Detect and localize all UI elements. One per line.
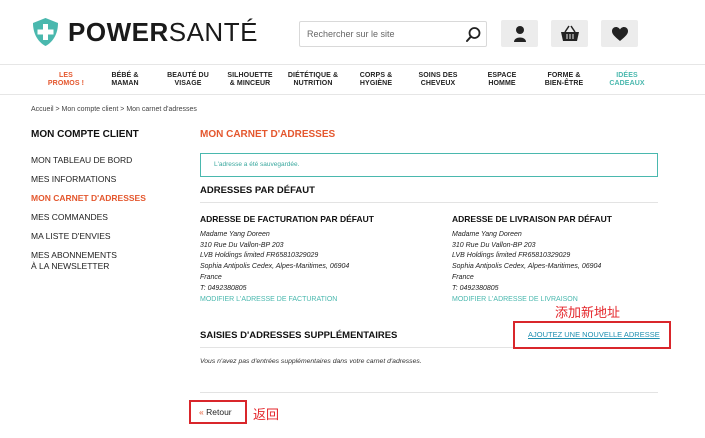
account-button[interactable] (501, 20, 538, 47)
heart-icon (611, 26, 628, 41)
nav-item-forme-bien-etre[interactable]: FORME & BIEN-ÊTRE (534, 72, 594, 87)
shipping-address-line: Madame Yang Doreen (452, 231, 522, 238)
sidebar-item-newsletter[interactable]: MES ABONNEMENTS À LA NEWSLETTER (31, 250, 117, 272)
search-icon[interactable] (465, 26, 482, 43)
back-arrow-icon: « (199, 407, 204, 417)
shield-cross-icon (33, 18, 58, 46)
nav-item-beaute-visage[interactable]: BEAUTÉ DU VISAGE (158, 72, 218, 87)
shipping-address-line: LVB Holdings limited FR65810329029 (452, 252, 571, 260)
basket-icon (560, 25, 579, 41)
shipping-address-line: T: 0492380805 (452, 284, 499, 292)
success-message: L'adresse a été sauvegardée. (200, 153, 658, 177)
breadcrumb[interactable]: Accueil > Mon compte client > Mon carnet… (31, 106, 197, 113)
site-header: POWERSANTÉ (0, 0, 705, 64)
sidebar-item-address-book[interactable]: MON CARNET D'ADRESSES (31, 193, 146, 204)
search-box (299, 21, 487, 47)
nav-item-bebe-maman[interactable]: BÉBÉ & MAMAN (95, 72, 155, 87)
billing-address-line: 310 Rue Du Vallon-BP 203 (200, 241, 284, 249)
add-new-address-link[interactable]: AJOUTEZ UNE NOUVELLE ADRESSE (528, 330, 660, 339)
sidebar-title: MON COMPTE CLIENT (31, 129, 139, 140)
sidebar-item-informations[interactable]: MES INFORMATIONS (31, 174, 116, 185)
billing-address-line: Sophia Antipolis Cedex, Alpes-Maritimes,… (200, 263, 350, 271)
divider (200, 202, 658, 203)
nav-item-espace-homme[interactable]: ESPACE HOMME (472, 72, 532, 87)
billing-address-line: LVB Holdings limited FR65810329029 (200, 252, 319, 260)
billing-address-title: ADRESSE DE FACTURATION PAR DÉFAUT (200, 214, 374, 224)
empty-addresses-note: Vous n'avez pas d'entrées supplémentaire… (200, 358, 422, 365)
nav-item-soins-cheveux[interactable]: SOINS DES CHEVEUX (408, 72, 468, 87)
basket-button[interactable] (551, 20, 588, 47)
edit-billing-address-link[interactable]: MODIFIER L'ADRESSE DE FACTURATION (200, 296, 337, 303)
annotation-add-address: 添加新地址 (555, 306, 621, 321)
shipping-address-title: ADRESSE DE LIVRAISON PAR DÉFAUT (452, 214, 612, 224)
shipping-address-line: France (452, 273, 474, 281)
user-icon (513, 25, 526, 42)
nav-item-idees-cadeaux[interactable]: IDÉES CADEAUX (597, 72, 657, 87)
default-addresses-heading: ADRESSES PAR DÉFAUT (200, 185, 315, 196)
site-logo[interactable]: POWERSANTÉ (31, 17, 258, 47)
extra-addresses-heading: SAISIES D'ADRESSES SUPPLÉMENTAIRES (200, 330, 398, 341)
back-label: Retour (206, 407, 232, 417)
search-input[interactable] (300, 22, 460, 46)
nav-item-corps-hygiene[interactable]: CORPS & HYGIÈNE (346, 72, 406, 87)
annotation-back: 返回 (253, 408, 280, 423)
billing-address-line: France (200, 273, 222, 281)
nav-item-promos[interactable]: LES PROMOS ! (36, 72, 96, 87)
logo-wordmark: POWERSANTÉ (68, 17, 258, 47)
sidebar-item-dashboard[interactable]: MON TABLEAU DE BORD (31, 155, 132, 166)
sidebar-item-orders[interactable]: MES COMMANDES (31, 212, 108, 223)
billing-address-line: T: 0492380805 (200, 284, 247, 292)
nav-item-dietetique-nutrition[interactable]: DIÉTÉTIQUE & NUTRITION (283, 72, 343, 87)
divider (200, 392, 658, 393)
main-navigation: LES PROMOS ! BÉBÉ & MAMAN BEAUTÉ DU VISA… (0, 64, 705, 95)
nav-item-silhouette-minceur[interactable]: SILHOUETTE & MINCEUR (220, 72, 280, 87)
page-title: MON CARNET D'ADRESSES (200, 129, 336, 140)
wishlist-button[interactable] (601, 20, 638, 47)
shipping-address-line: 310 Rue Du Vallon-BP 203 (452, 241, 536, 249)
shipping-address-line: Sophia Antipolis Cedex, Alpes-Maritimes,… (452, 263, 602, 271)
sidebar-item-wishlist[interactable]: MA LISTE D'ENVIES (31, 231, 111, 242)
back-button[interactable]: « Retour (199, 407, 232, 417)
billing-address-line: Madame Yang Doreen (200, 231, 270, 238)
